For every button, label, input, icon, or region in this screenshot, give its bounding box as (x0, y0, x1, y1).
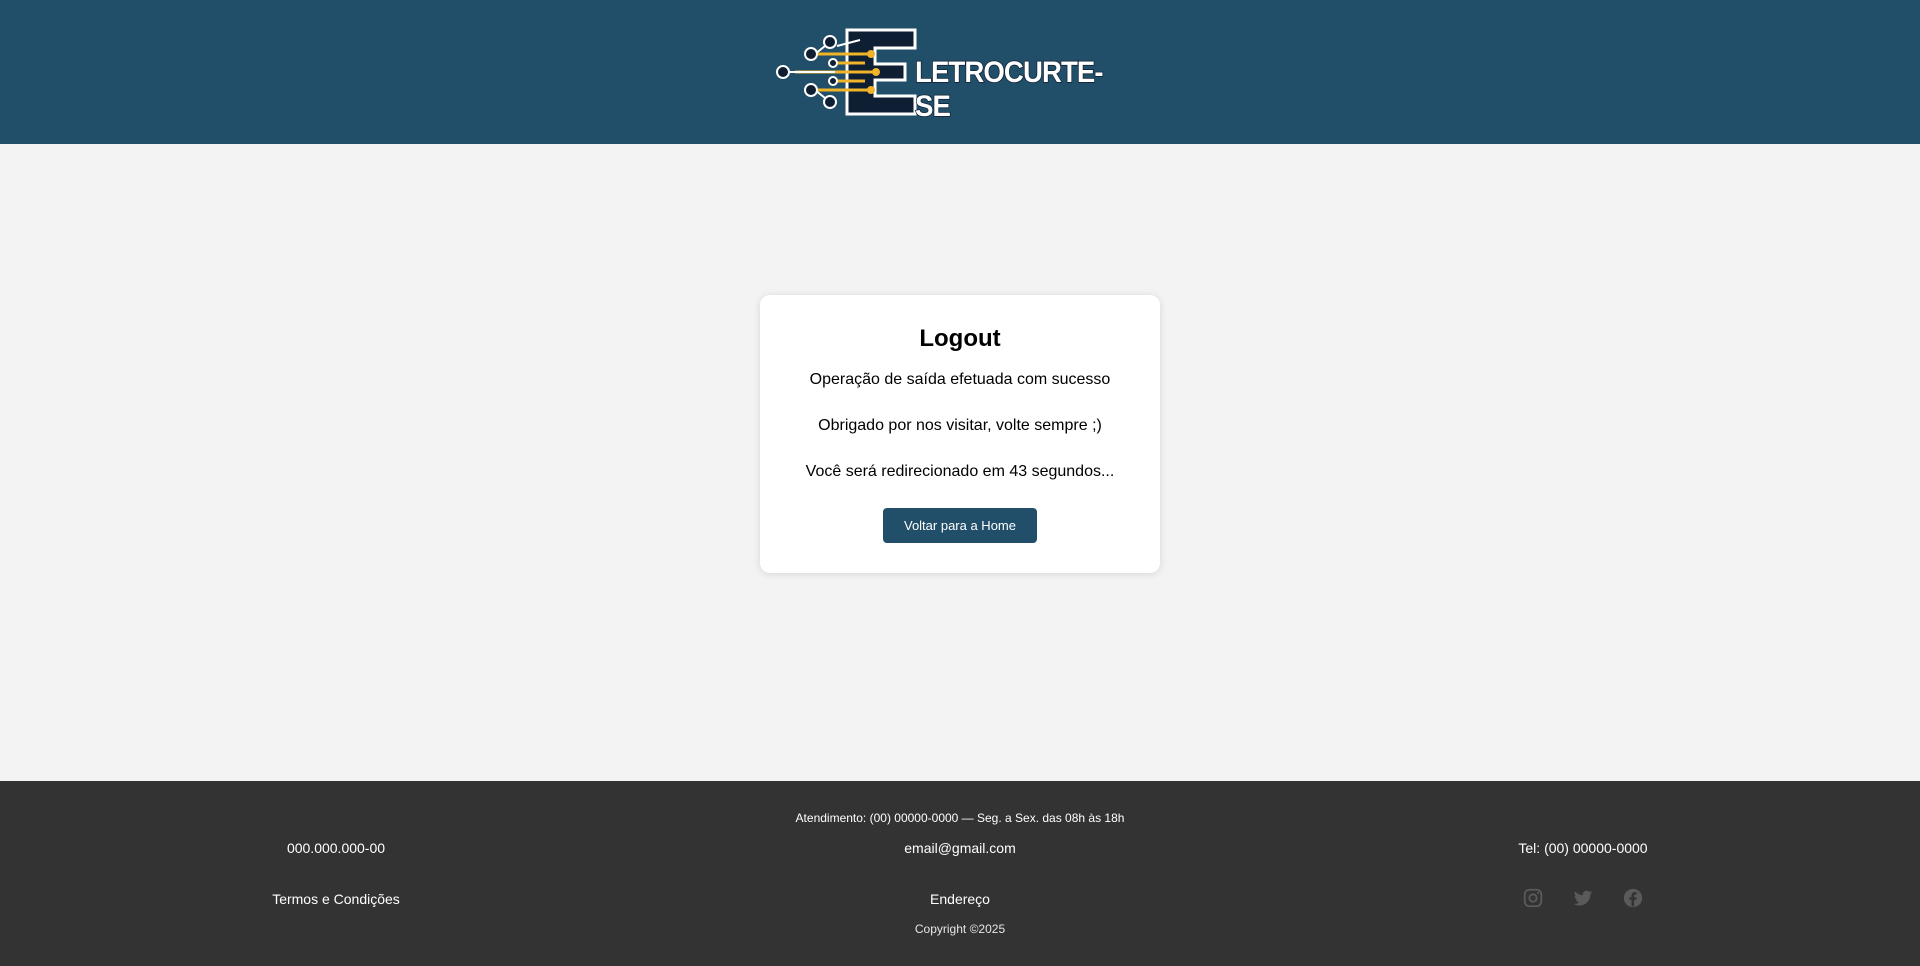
footer-support-hours: Atendimento: (00) 00000-0000 — Seg. a Se… (795, 811, 1125, 825)
main-content: Logout Operação de saída efetuada com su… (0, 144, 1920, 781)
success-message: Operação de saída efetuada com sucesso (809, 371, 1111, 388)
footer-copyright: Copyright ©2025 (914, 922, 1006, 936)
footer-email[interactable]: email@gmail.com (904, 840, 1015, 856)
facebook-icon[interactable] (1622, 887, 1644, 909)
site-footer: Atendimento: (00) 00000-0000 — Seg. a Se… (0, 781, 1920, 966)
back-home-button[interactable]: Voltar para a Home (883, 508, 1037, 543)
brand-logo[interactable]: LETROCURTE-SE (775, 26, 1155, 124)
footer-address-link[interactable]: Endereço (930, 891, 990, 907)
logout-title: Logout (919, 325, 1001, 352)
footer-terms-link[interactable]: Termos e Condições (272, 891, 400, 907)
logo-wordmark: LETROCURTE-SE (914, 55, 1104, 124)
footer-cnpj: 000.000.000-00 (286, 840, 386, 856)
logout-card: Logout Operação de saída efetuada com su… (760, 295, 1160, 573)
thanks-message: Obrigado por nos visitar, volte sempre ;… (818, 417, 1102, 434)
site-header: LETROCURTE-SE (0, 0, 1920, 144)
twitter-icon[interactable] (1572, 887, 1594, 909)
social-links (1522, 887, 1644, 909)
footer-phone[interactable]: Tel: (00) 00000-0000 (1518, 840, 1647, 856)
instagram-icon[interactable] (1522, 887, 1544, 909)
redirect-countdown: Você será redirecionado em 43 segundos..… (805, 463, 1115, 480)
